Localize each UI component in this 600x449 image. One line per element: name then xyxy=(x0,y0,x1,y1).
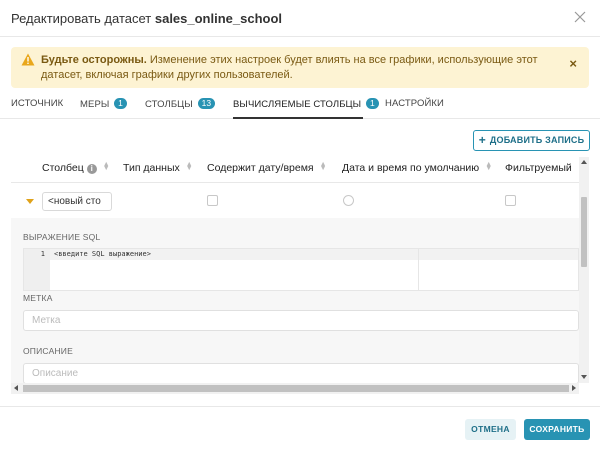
column-header-default-datetime[interactable]: Дата и время по умолчанию ▲ ▼ xyxy=(342,161,492,174)
tab-count-badge: 1 xyxy=(365,98,379,109)
column-header-label: Содержит дату/время xyxy=(207,162,314,174)
sort-icon[interactable]: ▲ ▼ xyxy=(320,161,327,172)
modal-header: Редактировать датасет sales_online_schoo… xyxy=(0,0,600,37)
save-button[interactable]: СОХРАНИТЬ xyxy=(524,419,590,440)
modal-title-prefix: Редактировать датасет xyxy=(11,11,152,26)
sort-icon[interactable]: ▲ ▼ xyxy=(103,161,110,172)
tab-label: МЕРЫ xyxy=(80,99,110,110)
info-icon[interactable]: i xyxy=(86,164,97,174)
line-number: 1 xyxy=(40,250,45,258)
warning-icon xyxy=(21,53,35,66)
modal-footer: ОТМЕНА СОХРАНИТЬ xyxy=(0,406,600,449)
close-icon[interactable] xyxy=(574,11,586,23)
description-input[interactable]: Описание xyxy=(23,363,579,384)
tab-label: ВЫЧИСЛЯЕМЫЕ СТОЛБЦЫ xyxy=(233,99,362,110)
tab-bar: ИСТОЧНИК МЕРЫ 1 СТОЛБЦЫ 13 ВЫЧИСЛЯЕМЫЕ С… xyxy=(0,93,600,119)
column-header-label: Дата и время по умолчанию xyxy=(342,162,480,174)
tab-columns[interactable]: СТОЛБЦЫ 13 xyxy=(145,98,216,110)
tab-settings[interactable]: НАСТРОЙКИ xyxy=(385,98,444,109)
print-margin xyxy=(418,249,419,290)
is-datetime-checkbox[interactable] xyxy=(207,195,218,206)
column-header-label: Фильтруемый xyxy=(505,162,572,174)
sql-expression-label: ВЫРАЖЕНИЕ SQL xyxy=(23,232,101,242)
label-field-label: МЕТКА xyxy=(23,293,53,303)
description-field-label: ОПИСАНИЕ xyxy=(23,346,73,356)
dataset-name: sales_online_school xyxy=(154,11,283,26)
column-header-column[interactable]: Столбец i ▲ ▼ xyxy=(42,161,110,174)
default-datetime-radio[interactable] xyxy=(343,195,354,206)
add-record-label: ДОБАВИТЬ ЗАПИСЬ xyxy=(489,135,585,145)
tab-label: НАСТРОЙКИ xyxy=(385,98,444,109)
tab-count-badge: 13 xyxy=(197,98,216,109)
column-header-filterable[interactable]: Фильтруемый xyxy=(505,162,572,174)
sort-icon[interactable]: ▲ ▼ xyxy=(186,161,193,172)
sql-editor[interactable]: 1 <введите SQL выражение> xyxy=(23,248,579,291)
table-header: Столбец i ▲ ▼ Тип данных ▲ ▼ Содержит дату/вр… xyxy=(11,157,579,183)
vertical-scrollbar[interactable] xyxy=(579,157,589,383)
alert-bold-text: Будьте осторожны. xyxy=(41,54,147,66)
tab-label: СТОЛБЦЫ xyxy=(145,99,193,110)
active-tab-indicator xyxy=(233,117,363,119)
row-detail-panel: ВЫРАЖЕНИЕ SQL 1 <введите SQL выражение> … xyxy=(11,218,579,384)
column-header-label: Тип данных xyxy=(123,162,180,174)
tab-calculated-columns[interactable]: ВЫЧИСЛЯЕМЫЕ СТОЛБЦЫ 1 xyxy=(233,98,379,110)
table-row: <новый сто xyxy=(11,186,579,216)
modal-title: Редактировать датасет sales_online_schoo… xyxy=(11,11,282,26)
tab-source[interactable]: ИСТОЧНИК xyxy=(11,98,63,109)
sql-placeholder: <введите SQL выражение> xyxy=(54,250,151,258)
label-input[interactable]: Метка xyxy=(23,310,579,331)
column-header-label: Столбец xyxy=(42,162,84,174)
scroll-down-icon[interactable] xyxy=(581,375,587,379)
cancel-button[interactable]: ОТМЕНА xyxy=(465,419,516,440)
scroll-up-icon[interactable] xyxy=(581,160,587,164)
filterable-checkbox[interactable] xyxy=(505,195,516,206)
vertical-scroll-thumb[interactable] xyxy=(581,197,587,267)
alert-message: Будьте осторожны. Изменение этих настрое… xyxy=(41,53,551,83)
column-header-is-datetime[interactable]: Содержит дату/время ▲ ▼ xyxy=(207,161,327,174)
warning-alert: Будьте осторожны. Изменение этих настрое… xyxy=(11,47,589,88)
scroll-right-icon[interactable] xyxy=(572,385,576,391)
sort-icon[interactable]: ▲ ▼ xyxy=(485,161,492,172)
alert-close-icon[interactable]: × xyxy=(569,56,577,71)
tab-metrics[interactable]: МЕРЫ 1 xyxy=(80,98,127,110)
tab-count-badge: 1 xyxy=(114,98,127,109)
add-record-button[interactable]: + ДОБАВИТЬ ЗАПИСЬ xyxy=(473,130,590,151)
tab-label: ИСТОЧНИК xyxy=(11,98,64,109)
horizontal-scrollbar[interactable] xyxy=(11,383,579,394)
plus-icon: + xyxy=(478,133,486,147)
column-header-data-type[interactable]: Тип данных ▲ ▼ xyxy=(123,161,193,174)
column-name-input[interactable]: <новый сто xyxy=(42,192,112,211)
horizontal-scroll-thumb[interactable] xyxy=(23,385,569,392)
scroll-left-icon[interactable] xyxy=(14,385,18,391)
collapse-caret-icon[interactable] xyxy=(26,199,34,204)
